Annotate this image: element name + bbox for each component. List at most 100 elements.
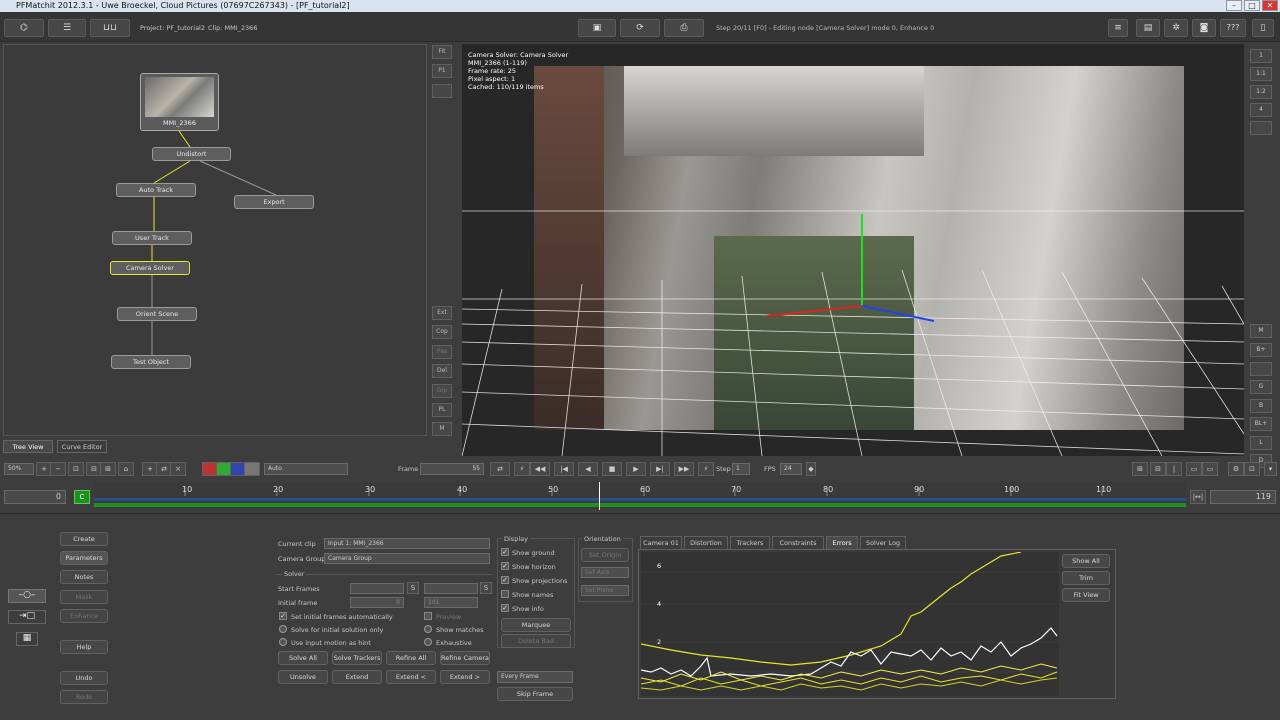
- view-blank2-button[interactable]: [1250, 362, 1272, 376]
- fps-field[interactable]: 24: [780, 463, 802, 475]
- show-names-checkbox[interactable]: [501, 590, 509, 598]
- export-arrow-icon[interactable]: ⇥□: [8, 610, 46, 624]
- trim-button[interactable]: Trim: [1062, 571, 1110, 585]
- fast-forward-icon[interactable]: ▶▶: [674, 462, 694, 476]
- list-view-icon[interactable]: ☰: [48, 19, 86, 37]
- zoom-out-icon[interactable]: −: [50, 462, 66, 476]
- tab-constraints[interactable]: Constraints: [772, 536, 824, 549]
- lock-icon[interactable]: ⌂: [118, 462, 134, 476]
- gear-icon[interactable]: ✲: [1164, 19, 1188, 37]
- show-info-checkbox[interactable]: ✓: [501, 604, 509, 612]
- view-b-plus-button[interactable]: B+: [1250, 343, 1272, 357]
- fps-lock-icon[interactable]: ◆: [806, 462, 816, 476]
- loop-icon[interactable]: ⚡: [698, 462, 714, 476]
- marker-icon[interactable]: |: [1166, 462, 1182, 476]
- tab-distortion[interactable]: Distortion: [684, 536, 728, 549]
- list-icon[interactable]: ▤: [1136, 19, 1160, 37]
- m-button[interactable]: M: [432, 422, 452, 436]
- parameters-button[interactable]: Parameters: [60, 551, 108, 565]
- delete-bad-button[interactable]: Delete Bad: [501, 634, 571, 648]
- tab-tree-view[interactable]: Tree View: [3, 440, 53, 453]
- fit-icon[interactable]: ⊡: [68, 462, 84, 476]
- tab-errors[interactable]: Errors: [826, 536, 858, 549]
- help-button[interactable]: ???: [1220, 19, 1246, 37]
- view-g-button[interactable]: G: [1250, 380, 1272, 394]
- refresh-icon[interactable]: ⟳: [620, 19, 660, 37]
- grid-icon[interactable]: ⊞: [100, 462, 116, 476]
- exhaustive-radio[interactable]: [424, 638, 432, 646]
- view-b-button[interactable]: B: [1250, 399, 1272, 413]
- enhance-button[interactable]: Enhance: [60, 609, 108, 623]
- create-button[interactable]: Create: [60, 532, 108, 546]
- ext-button[interactable]: Ext: [432, 306, 452, 320]
- solve-trackers-button[interactable]: Solve Trackers: [332, 651, 382, 665]
- mask-button[interactable]: Mask: [60, 590, 108, 604]
- cache2-icon[interactable]: ▭: [1202, 462, 1218, 476]
- timeline-fit-icon[interactable]: |↔|: [1190, 490, 1206, 504]
- initial-frame-b-field[interactable]: 101: [424, 597, 478, 608]
- show-matches-radio[interactable]: [424, 625, 432, 633]
- notes-button[interactable]: Notes: [60, 570, 108, 584]
- preview-checkbox[interactable]: [424, 612, 432, 620]
- error-graph[interactable]: [641, 552, 1059, 696]
- tab-solver-log[interactable]: Solver Log: [860, 536, 906, 549]
- step-field[interactable]: 1: [732, 463, 750, 475]
- maximize-button[interactable]: □: [1244, 0, 1260, 11]
- unsolve-button[interactable]: Unsolve: [278, 670, 328, 684]
- show-projections-checkbox[interactable]: ✓: [501, 576, 509, 584]
- set-plane-select[interactable]: Set Plane: [581, 585, 629, 596]
- save-icon[interactable]: ⎙: [664, 19, 704, 37]
- panel-icon[interactable]: ▯: [1252, 19, 1274, 37]
- step-back-icon[interactable]: |◀: [554, 462, 574, 476]
- solve-initial-radio[interactable]: [279, 625, 287, 633]
- bookmark-icon[interactable]: ⚡: [514, 462, 530, 476]
- group-button[interactable]: Grp: [432, 384, 452, 398]
- set-initial-checkbox[interactable]: ✓: [279, 612, 287, 620]
- start-frame-b-field[interactable]: [424, 583, 478, 594]
- skip-frame-button[interactable]: Skip Frame: [497, 687, 573, 701]
- view-1-button[interactable]: 1: [1250, 49, 1272, 63]
- disabled-button[interactable]: [432, 84, 452, 98]
- link-icon[interactable]: –○–: [8, 589, 46, 603]
- start-frame-a-set[interactable]: S: [407, 582, 419, 594]
- cache-start-icon[interactable]: C: [74, 490, 90, 504]
- camera-icon[interactable]: ▣: [578, 19, 616, 37]
- delete-button[interactable]: Del: [432, 364, 452, 378]
- camera-group-select[interactable]: Camera Group: [324, 553, 490, 564]
- rewind-icon[interactable]: ◀◀: [530, 462, 550, 476]
- show-horizon-checkbox[interactable]: ✓: [501, 562, 509, 570]
- viewer-panel[interactable]: Camera Solver: Camera Solver MMI_2366 (1…: [462, 44, 1244, 456]
- show-all-button[interactable]: Show All: [1062, 554, 1110, 568]
- tab-trackers[interactable]: Trackers: [730, 536, 770, 549]
- settings-icon[interactable]: ⚙: [1228, 462, 1244, 476]
- undistort-node[interactable]: Undistort: [152, 147, 231, 161]
- fit-button[interactable]: Fit: [432, 45, 452, 59]
- redo-button[interactable]: Redo: [60, 690, 108, 704]
- close-button[interactable]: ✕: [1262, 0, 1278, 11]
- view-1-2-button[interactable]: 1:2: [1250, 85, 1272, 99]
- minimize-button[interactable]: –: [1226, 0, 1242, 11]
- adjust-icon[interactable]: ⊟: [1150, 462, 1166, 476]
- alpha-channel-icon[interactable]: [244, 462, 260, 476]
- timeline-playhead[interactable]: [598, 482, 600, 510]
- camera-solver-node[interactable]: Camera Solver: [110, 261, 190, 275]
- end-frame-field[interactable]: 119: [1210, 490, 1276, 504]
- close-view-icon[interactable]: ×: [170, 462, 186, 476]
- initial-frame-a-field[interactable]: 0: [350, 597, 404, 608]
- extend-button[interactable]: Extend: [332, 670, 382, 684]
- tab-camera-01[interactable]: Camera 01: [640, 536, 682, 549]
- view-l-button[interactable]: L: [1250, 436, 1272, 450]
- auto-track-node[interactable]: Auto Track: [116, 183, 196, 197]
- use-input-motion-radio[interactable]: [279, 638, 287, 646]
- menu-icon[interactable]: ≡: [1108, 19, 1128, 37]
- display-mode-select[interactable]: Auto: [264, 463, 348, 475]
- set-axis-select[interactable]: Set Axis: [581, 567, 629, 578]
- view-1-1-button[interactable]: 1:1: [1250, 67, 1272, 81]
- view-blank-button[interactable]: [1250, 121, 1272, 135]
- pl-button[interactable]: PL: [432, 403, 452, 417]
- test-object-node[interactable]: Test Object: [111, 355, 191, 369]
- tree-view-icon[interactable]: ⌬: [4, 19, 44, 37]
- extend-right-button[interactable]: Extend >: [440, 670, 490, 684]
- start-frame-a-field[interactable]: [350, 583, 404, 594]
- step-forward-icon[interactable]: ▶|: [650, 462, 670, 476]
